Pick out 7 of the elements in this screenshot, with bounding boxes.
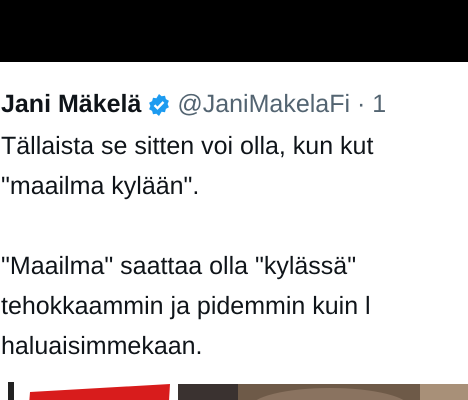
tweet-text: haluaisimmekaan.	[1, 331, 204, 362]
tweet-text: tehokkaammin ja pidemmin kuin l	[1, 291, 372, 322]
tweet-text: Tällaista se sitten voi olla, kun kut	[1, 131, 374, 162]
tweet-text: "Maailma" saattaa olla "kylässä"	[1, 251, 358, 282]
tweet-text: "maailma kylään".	[1, 171, 200, 202]
author-name[interactable]: Jani Mäkelä	[1, 86, 142, 124]
author-handle[interactable]: @JaniMakelaFi · 1	[177, 86, 386, 124]
